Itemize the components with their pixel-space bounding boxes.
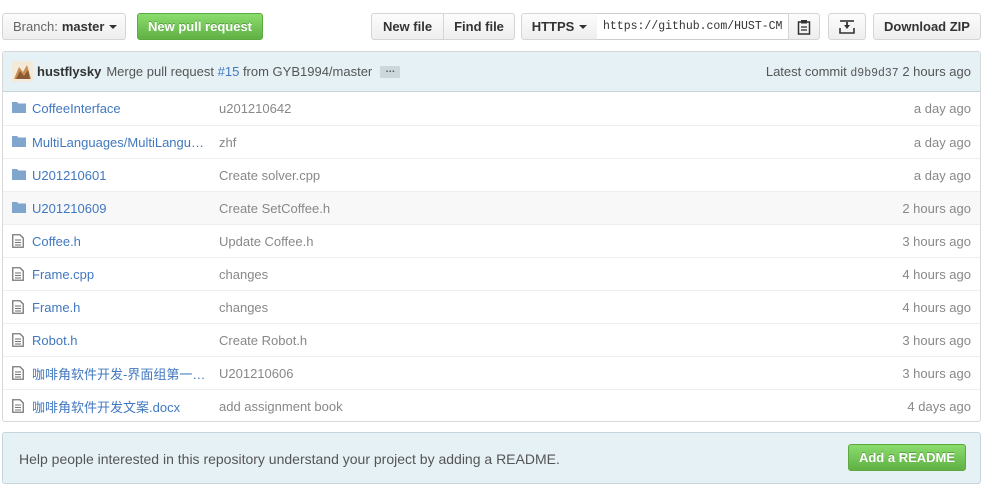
file-age: a day ago	[913, 167, 971, 183]
file-age: 4 days ago	[907, 398, 971, 414]
latest-commit-bar: hustflysky Merge pull request #15 from G…	[3, 52, 980, 92]
file-name-link[interactable]: U201210609	[32, 201, 210, 216]
add-readme-button[interactable]: Add a README	[848, 444, 966, 471]
open-desktop-button[interactable]	[828, 13, 866, 40]
new-pull-request-button[interactable]: New pull request	[137, 13, 263, 40]
file-rows: CoffeeInterface u201210642 a day ago MultiL…	[3, 92, 980, 421]
file-icon	[12, 267, 24, 284]
commit-author-link[interactable]: hustflysky	[37, 64, 101, 79]
file-age: a day ago	[913, 101, 971, 116]
file-age: 2 hours ago	[902, 200, 971, 216]
readme-prompt: Help people interested in this repositor…	[2, 432, 981, 484]
file-name-link[interactable]: MultiLanguages/MultiLangu…	[32, 135, 210, 150]
file-commit-message-link[interactable]: u201210642	[219, 101, 291, 116]
file-name-link[interactable]: U201210601	[32, 168, 210, 183]
clipboard-icon	[797, 19, 811, 35]
file-age: 4 hours ago	[902, 266, 971, 282]
file-row: 咖啡角软件开发-界面组第一… U201210606 3 hours ago	[3, 356, 980, 389]
file-row: Coffee.h Update Coffee.h 3 hours ago	[3, 224, 980, 257]
file-name-link[interactable]: 咖啡角软件开发-界面组第一…	[32, 364, 210, 383]
file-row: U201210609 Create SetCoffee.h 2 hours ago	[3, 191, 980, 224]
protocol-select-button[interactable]: HTTPS	[521, 13, 598, 40]
folder-icon	[12, 135, 26, 150]
file-age: 3 hours ago	[902, 365, 971, 381]
new-file-button[interactable]: New file	[371, 13, 444, 40]
find-file-button[interactable]: Find file	[443, 13, 515, 40]
folder-icon	[12, 201, 26, 216]
file-row: 咖啡角软件开发文案.docx add assignment book 4 days …	[3, 389, 980, 421]
file-icon	[12, 300, 24, 317]
file-row: Frame.h changes 4 hours ago	[3, 290, 980, 323]
file-commit-message-link[interactable]: Create Robot.h	[219, 333, 307, 348]
file-icon	[12, 366, 24, 383]
file-name-link[interactable]: Frame.h	[32, 300, 210, 315]
file-name-link[interactable]: Coffee.h	[32, 234, 210, 249]
commit-message-prefix: Merge pull request	[106, 64, 214, 79]
commit-sha-link[interactable]: d9b9d37	[850, 67, 898, 80]
file-age: 3 hours ago	[902, 332, 971, 348]
file-commit-message-link[interactable]: add assignment book	[219, 399, 343, 414]
latest-commit-label: Latest commit	[765, 63, 847, 79]
file-row: CoffeeInterface u201210642 a day ago	[3, 92, 980, 125]
download-zip-button[interactable]: Download ZIP	[873, 13, 981, 40]
commit-age: 2 hours ago	[902, 63, 971, 79]
file-commit-message-link[interactable]: U201210606	[219, 366, 293, 381]
folder-icon	[12, 168, 26, 183]
commit-message-suffix: from GYB1994/master	[242, 64, 373, 79]
file-commit-message-link[interactable]: Create SetCoffee.h	[219, 201, 330, 216]
file-icon	[12, 399, 24, 416]
caret-down-icon	[109, 24, 118, 29]
branch-select-button[interactable]: Branch: master	[2, 13, 126, 40]
commit-message[interactable]: Merge pull request #15 from GYB1994/mast…	[106, 64, 372, 79]
latest-commit-info: Latest commit d9b9d37 2 hours ago	[766, 64, 971, 80]
file-age: a day ago	[913, 134, 971, 150]
file-listing: hustflysky Merge pull request #15 from G…	[2, 51, 981, 422]
download-icon	[839, 19, 855, 34]
file-row: Robot.h Create Robot.h 3 hours ago	[3, 323, 980, 356]
readme-prompt-text: Help people interested in this repositor…	[19, 451, 560, 467]
caret-down-icon	[579, 24, 588, 29]
file-age: 3 hours ago	[902, 233, 971, 249]
clone-url-input[interactable]	[597, 13, 789, 40]
branch-value: master	[61, 19, 105, 34]
file-icon	[12, 333, 24, 350]
copy-clipboard-button[interactable]	[788, 13, 820, 40]
file-name-link[interactable]: Robot.h	[32, 333, 210, 348]
file-commit-message-link[interactable]: changes	[219, 267, 268, 282]
file-name-link[interactable]: 咖啡角软件开发文案.docx	[32, 397, 210, 416]
file-name-link[interactable]: CoffeeInterface	[32, 101, 210, 116]
file-name-link[interactable]: Frame.cpp	[32, 267, 210, 282]
file-commit-message-link[interactable]: Update Coffee.h	[219, 234, 313, 249]
pull-request-link[interactable]: #15	[218, 64, 240, 79]
file-row: U201210601 Create solver.cpp a day ago	[3, 158, 980, 191]
file-row: Frame.cpp changes 4 hours ago	[3, 257, 980, 290]
file-commit-message-link[interactable]: Create solver.cpp	[219, 168, 320, 183]
branch-label: Branch:	[13, 19, 58, 34]
avatar[interactable]	[12, 61, 33, 82]
folder-icon	[12, 101, 26, 116]
file-icon	[12, 234, 24, 251]
file-row: MultiLanguages/MultiLangu… zhf a day ago	[3, 125, 980, 158]
repo-toolbar: Branch: master New pull request New file…	[2, 13, 981, 41]
file-commit-message-link[interactable]: zhf	[219, 135, 236, 150]
protocol-label: HTTPS	[531, 19, 575, 34]
file-age: 4 hours ago	[902, 299, 971, 315]
expand-commit-button[interactable]: …	[380, 64, 401, 78]
file-commit-message-link[interactable]: changes	[219, 300, 268, 315]
